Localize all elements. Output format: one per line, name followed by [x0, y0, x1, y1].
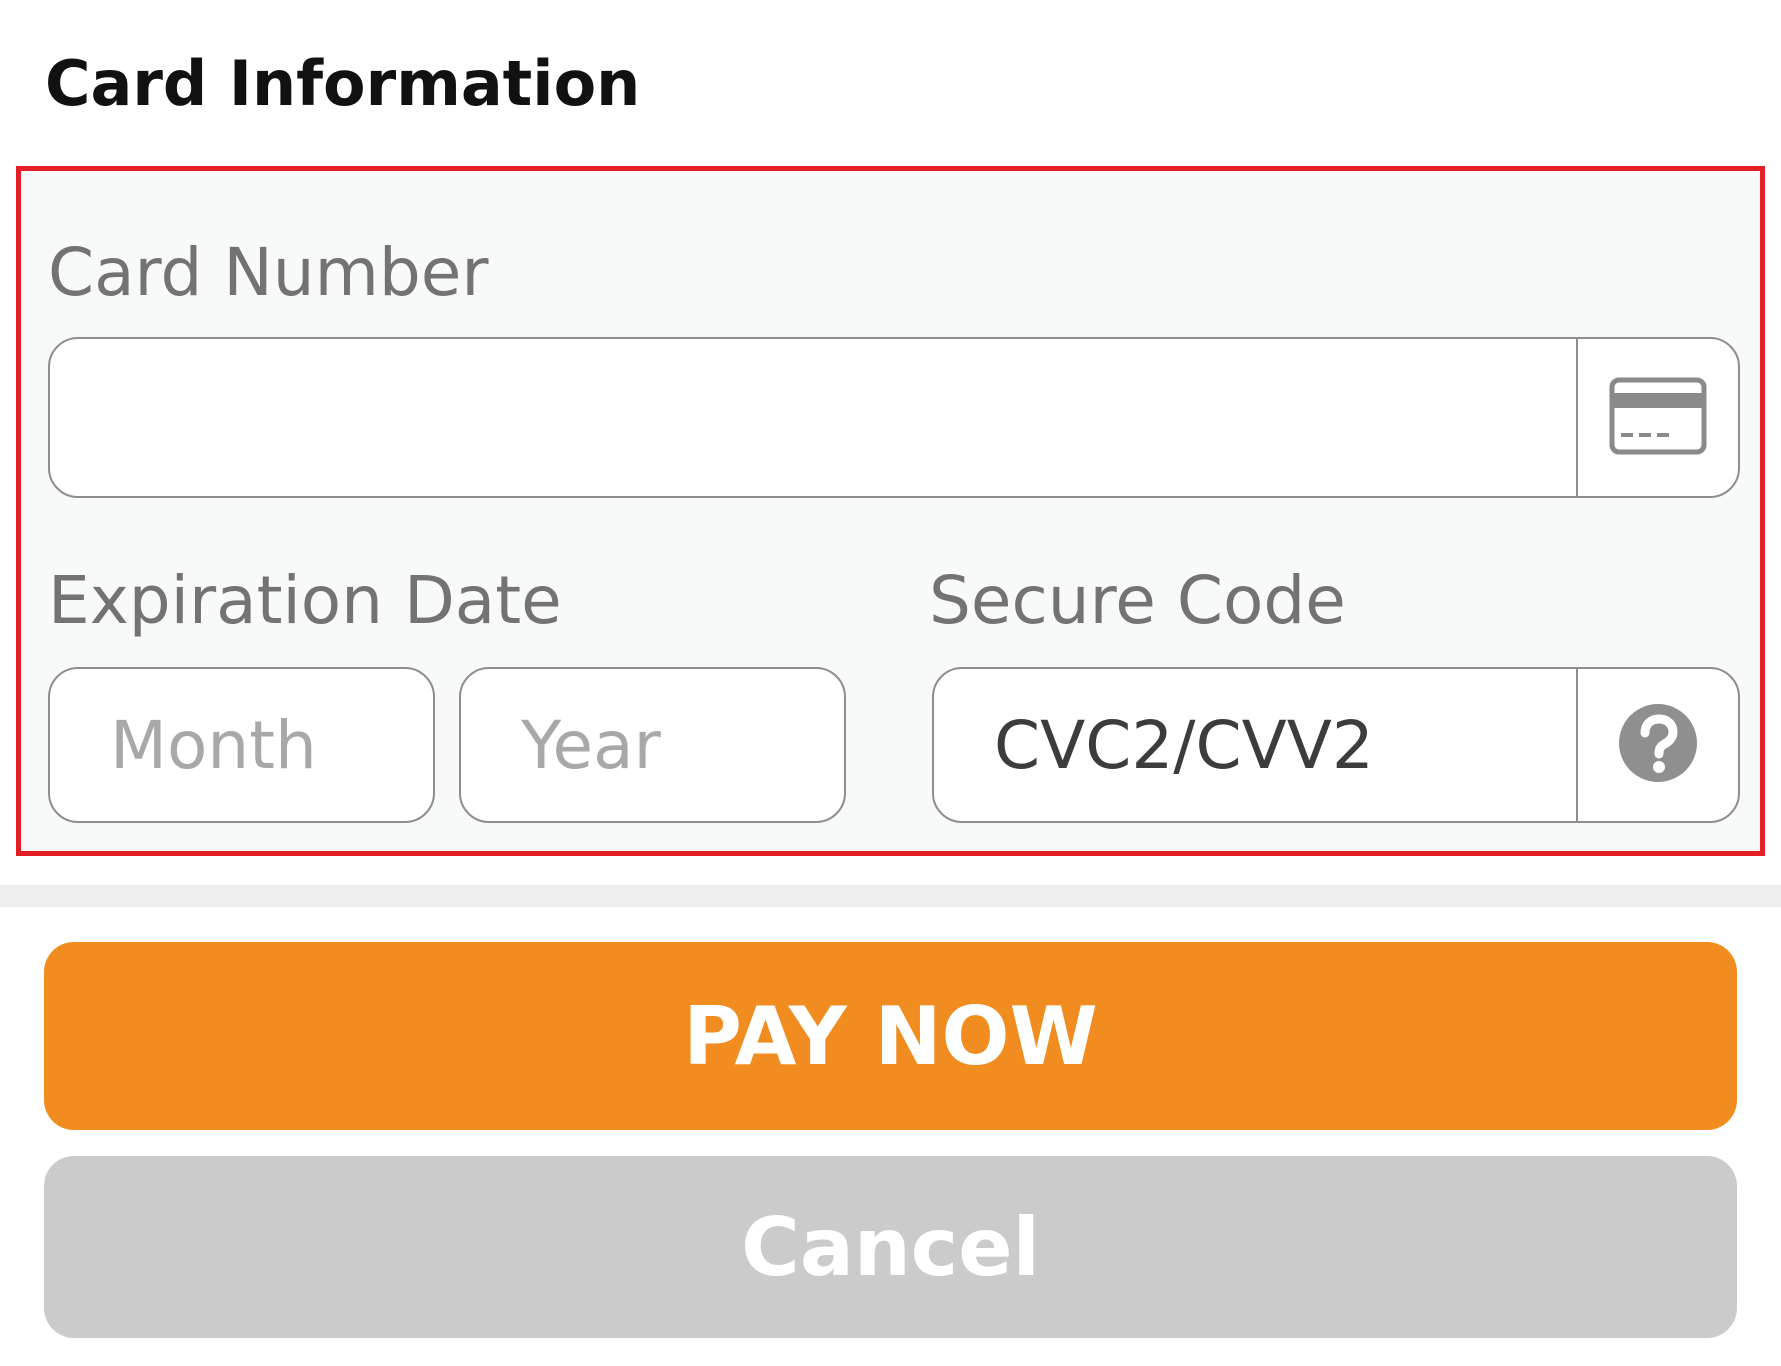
help-icon[interactable]: [1617, 702, 1699, 788]
section-divider: [0, 885, 1781, 907]
expiration-year-input[interactable]: [461, 669, 844, 821]
card-number-input[interactable]: [50, 339, 1580, 496]
card-number-label: Card Number: [48, 234, 489, 311]
card-icon-box[interactable]: [1576, 339, 1738, 496]
expiration-month-field[interactable]: [48, 667, 435, 823]
secure-code-help-box[interactable]: [1576, 669, 1738, 821]
card-number-field[interactable]: [48, 337, 1740, 498]
pay-now-button[interactable]: PAY NOW: [44, 942, 1737, 1130]
credit-card-icon: [1609, 377, 1707, 459]
page-title: Card Information: [45, 47, 641, 120]
secure-code-value[interactable]: CVC2/CVV2: [994, 669, 1374, 821]
expiration-month-input[interactable]: [50, 669, 433, 821]
expiration-date-label: Expiration Date: [48, 562, 562, 639]
cancel-button[interactable]: Cancel: [44, 1156, 1737, 1338]
secure-code-field[interactable]: CVC2/CVV2: [932, 667, 1740, 823]
expiration-year-field[interactable]: [459, 667, 846, 823]
secure-code-label: Secure Code: [929, 562, 1346, 639]
card-form-panel: Card Number Expiration Date Secure Code …: [16, 166, 1765, 856]
